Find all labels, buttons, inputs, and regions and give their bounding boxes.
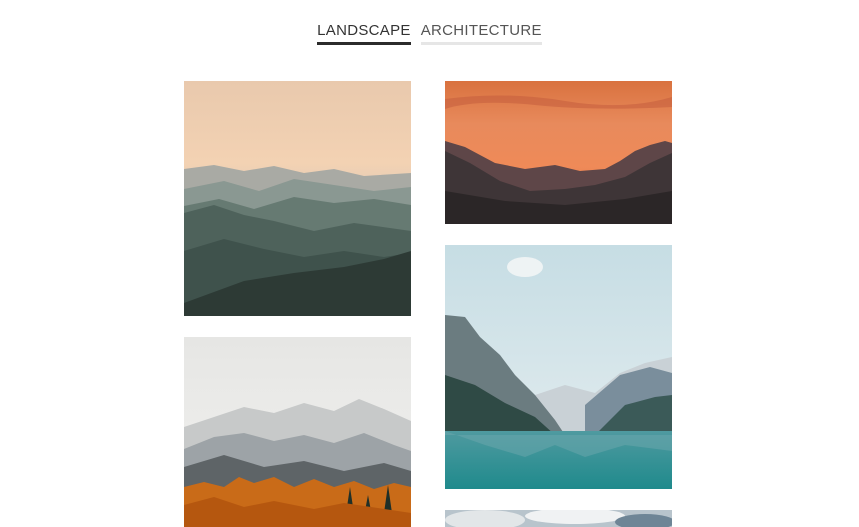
orange-sky-image <box>445 81 672 224</box>
gallery-photo-clouds[interactable] <box>445 510 672 527</box>
clouds-image <box>445 510 672 527</box>
gallery-photo-orange-sky[interactable] <box>445 81 672 224</box>
gallery-photo-turquoise-lake[interactable] <box>445 245 672 489</box>
misty-ridges-image <box>184 81 411 316</box>
snowy-peaks-image <box>184 337 411 527</box>
gallery-filter-tabs: LANDSCAPE ARCHITECTURE <box>0 22 859 45</box>
tab-architecture[interactable]: ARCHITECTURE <box>420 22 542 45</box>
tab-landscape[interactable]: LANDSCAPE <box>317 22 411 45</box>
gallery-photo-snowy-peaks[interactable] <box>184 337 411 527</box>
gallery-photo-misty-ridges[interactable] <box>184 81 411 316</box>
turquoise-lake-image <box>445 245 672 489</box>
